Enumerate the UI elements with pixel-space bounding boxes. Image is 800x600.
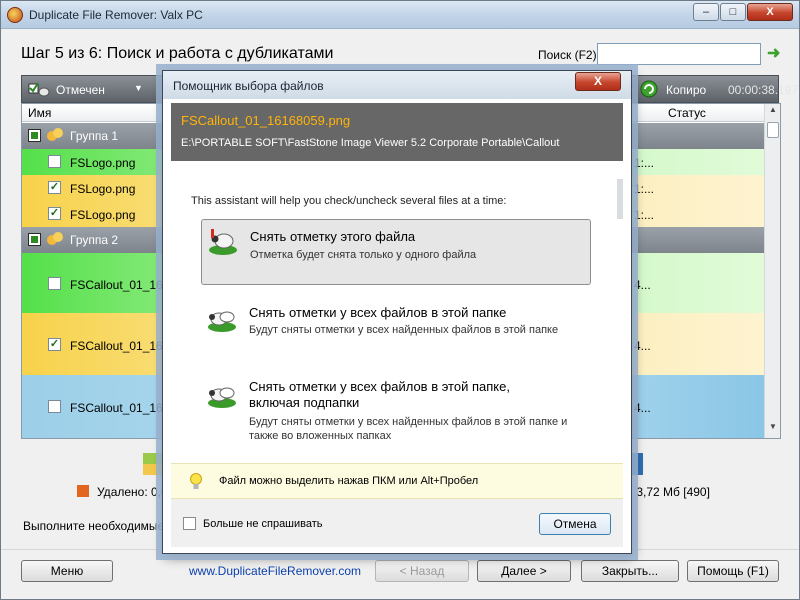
sheep-group-icon bbox=[208, 311, 236, 332]
maximize-button[interactable]: □ bbox=[720, 3, 746, 21]
search-label: Поиск (F2) bbox=[538, 48, 597, 62]
option-desc: Будут сняты отметки у всех найденных фай… bbox=[249, 324, 559, 336]
row-checkbox[interactable]: ✓ bbox=[48, 181, 61, 194]
option-title-line2: включая подпапки bbox=[249, 395, 360, 410]
lightbulb-icon bbox=[190, 473, 202, 489]
option-desc-line1: Будут сняты отметки у всех найденных фай… bbox=[249, 416, 568, 428]
group-icon bbox=[47, 128, 63, 141]
elapsed-timer: 00:00:38.197 bbox=[728, 83, 799, 97]
option-desc: Отметка будет снята только у одного файл… bbox=[250, 249, 477, 261]
marked-dropdown-icon[interactable]: ▼ bbox=[134, 83, 143, 93]
sheep-group-icon bbox=[208, 387, 236, 408]
file-name: FSCallout_01_1616 bbox=[70, 339, 177, 353]
scroll-down-icon[interactable]: ▼ bbox=[767, 422, 779, 436]
marked-icon[interactable] bbox=[28, 80, 50, 98]
selected-file-name: FSCallout_01_16168059.png bbox=[181, 113, 351, 128]
list-scrollbar[interactable]: ▲ ▼ bbox=[764, 104, 780, 438]
option-uncheck-folder-recursive[interactable]: Снять отметки у всех файлов в этой папке… bbox=[201, 373, 591, 451]
row-checkbox[interactable]: ✓ bbox=[48, 207, 61, 220]
dialog-scrollbar[interactable] bbox=[617, 179, 623, 219]
row-date: 1:... bbox=[634, 182, 655, 196]
dialog-footer: Больше не спрашивать Отмена bbox=[171, 499, 623, 547]
row-date: 4... bbox=[634, 401, 651, 415]
row-date: 4... bbox=[634, 278, 651, 292]
minimize-button[interactable]: ‒ bbox=[693, 3, 719, 21]
hint-text: Выполните необходимые д bbox=[23, 519, 175, 533]
dialog-intro: This assistant will help you check/unche… bbox=[191, 195, 507, 207]
file-name: FSLogo.png bbox=[70, 208, 136, 222]
file-name: FSLogo.png bbox=[70, 156, 136, 170]
row-checkbox[interactable] bbox=[48, 400, 61, 413]
deleted-count: Удалено: 0,0 bbox=[97, 485, 168, 499]
group-icon bbox=[47, 232, 63, 245]
window-title: Duplicate File Remover: Valx PC bbox=[29, 8, 203, 22]
file-info-band: FSCallout_01_16168059.png E:\PORTABLE SO… bbox=[171, 103, 623, 161]
dialog-close-button[interactable]: X bbox=[575, 72, 621, 91]
file-name: FSLogo.png bbox=[70, 182, 136, 196]
next-button[interactable]: Далее > bbox=[477, 560, 571, 582]
marked-label[interactable]: Отмечен bbox=[56, 83, 105, 97]
sheep-icon bbox=[209, 229, 237, 255]
size-summary: р: 3,72 Мб [490] bbox=[623, 485, 710, 499]
option-uncheck-file[interactable]: Снять отметку этого файла Отметка будет … bbox=[201, 219, 591, 285]
step-title: Шаг 5 из 6: Поиск и работа с дубликатами bbox=[21, 45, 334, 62]
col-status[interactable]: Статус bbox=[668, 106, 706, 120]
option-title-line1: Снять отметки у всех файлов в этой папке… bbox=[249, 379, 510, 394]
cancel-button[interactable]: Отмена bbox=[539, 513, 611, 535]
menu-button[interactable]: Меню bbox=[21, 560, 113, 582]
group-label: Группа 2 bbox=[70, 233, 119, 247]
scroll-up-icon[interactable]: ▲ bbox=[767, 105, 779, 119]
option-desc-line2: также во вложенных папках bbox=[249, 430, 392, 442]
row-checkbox[interactable] bbox=[48, 277, 61, 290]
title-bar: Duplicate File Remover: Valx PC ‒ □ X bbox=[1, 1, 799, 29]
row-date: 1:... bbox=[634, 208, 655, 222]
dialog-title: Помощник выбора файлов bbox=[173, 79, 324, 93]
file-name: FSCallout_01_1616 bbox=[70, 278, 177, 292]
group-checkbox[interactable] bbox=[28, 129, 41, 142]
website-link[interactable]: www.DuplicateFileRemover.com bbox=[189, 564, 361, 578]
option-uncheck-folder[interactable]: Снять отметки у всех файлов в этой папке… bbox=[201, 297, 591, 355]
dont-ask-checkbox[interactable] bbox=[183, 517, 196, 530]
row-checkbox[interactable]: ✓ bbox=[48, 338, 61, 351]
row-checkbox[interactable] bbox=[48, 155, 61, 168]
selected-file-path: E:\PORTABLE SOFT\FastStone Image Viewer … bbox=[181, 137, 560, 149]
group-checkbox[interactable] bbox=[28, 233, 41, 246]
scroll-thumb[interactable] bbox=[767, 122, 779, 138]
col-name[interactable]: Имя bbox=[28, 106, 51, 120]
tip-text: Файл можно выделить нажав ПКМ или Alt+Пр… bbox=[219, 475, 479, 487]
dont-ask-label[interactable]: Больше не спрашивать bbox=[203, 518, 323, 530]
app-icon bbox=[7, 7, 23, 23]
go-arrow-icon[interactable]: ➜ bbox=[767, 46, 783, 62]
deleted-legend-icon bbox=[77, 485, 89, 497]
dialog-title-bar: Помощник выбора файлов X bbox=[163, 71, 631, 99]
row-date: 1:... bbox=[634, 156, 655, 170]
row-date: 4... bbox=[634, 339, 651, 353]
search-input[interactable] bbox=[597, 43, 761, 65]
group-label: Группа 1 bbox=[70, 129, 119, 143]
close-button[interactable]: X bbox=[747, 3, 793, 21]
bottom-bar: Меню www.DuplicateFileRemover.com < Наза… bbox=[1, 549, 799, 599]
file-name: FSCallout_01_1616 bbox=[70, 401, 177, 415]
copy-icon[interactable] bbox=[638, 80, 660, 98]
back-button[interactable]: < Назад bbox=[375, 560, 469, 582]
tip-band: Файл можно выделить нажав ПКМ или Alt+Пр… bbox=[171, 463, 623, 499]
file-selection-assistant-dialog: Помощник выбора файлов X FSCallout_01_16… bbox=[162, 70, 632, 554]
option-title: Снять отметки у всех файлов в этой папке bbox=[249, 305, 507, 320]
help-button[interactable]: Помощь (F1) bbox=[687, 560, 779, 582]
close-app-button[interactable]: Закрыть... bbox=[581, 560, 679, 582]
option-title: Снять отметку этого файла bbox=[250, 229, 416, 244]
copy-label[interactable]: Копиро bbox=[666, 83, 706, 97]
